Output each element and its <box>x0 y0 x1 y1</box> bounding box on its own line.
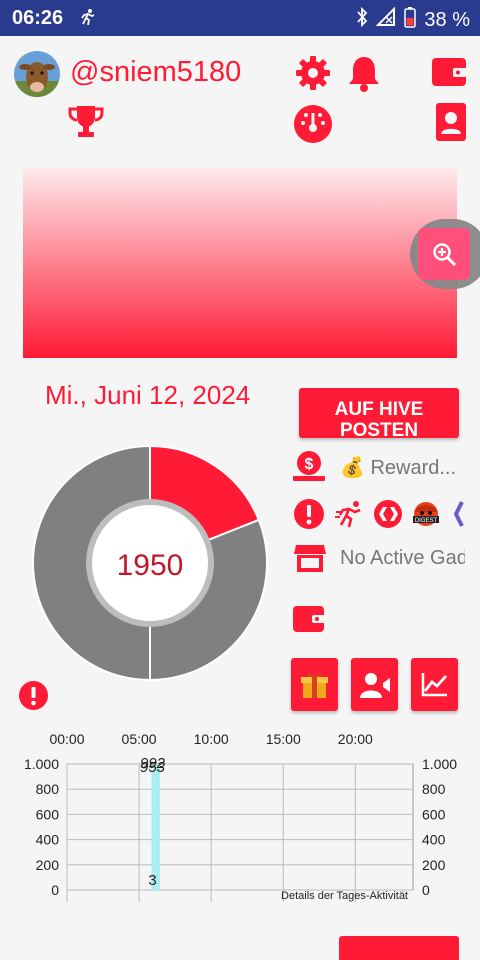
person-video-icon <box>360 670 390 705</box>
notifications-bell-icon[interactable] <box>345 53 383 98</box>
activity-icon <box>78 8 96 31</box>
chart-y-tick-left: 800 <box>36 781 60 797</box>
battery-icon <box>404 6 417 34</box>
wallet-small-icon[interactable] <box>292 604 325 639</box>
banner-image <box>23 168 457 358</box>
chart-y-tick-right: 600 <box>422 806 446 822</box>
status-time: 06:26 <box>12 7 64 29</box>
svg-text:DIGEST: DIGEST <box>415 518 438 524</box>
chart-y-tick-left: 0 <box>51 882 59 898</box>
contact-video-button[interactable] <box>351 658 398 711</box>
chart-data-label: 992 <box>140 755 166 772</box>
chart-x-tick: 10:00 <box>194 731 229 747</box>
status-bar: 06:26 38 % <box>0 0 480 36</box>
bottom-action-button[interactable] <box>339 936 459 960</box>
running-activity-icon[interactable] <box>335 500 365 533</box>
warning-alert-icon[interactable] <box>18 680 49 716</box>
gadgets-text[interactable]: No Active Gad <box>340 547 465 570</box>
zoom-button[interactable] <box>418 228 470 280</box>
post-to-hive-button[interactable]: AUF HIVE POSTEN <box>299 388 459 438</box>
battery-percent: 38 % <box>424 8 470 31</box>
settings-gear-icon[interactable] <box>294 54 332 97</box>
zoom-in-icon <box>432 242 458 273</box>
chart-y-tick-right: 800 <box>422 781 446 797</box>
hive-logo-icon[interactable] <box>372 500 404 533</box>
alert-icon[interactable] <box>293 498 325 535</box>
chart-x-tick: 05:00 <box>122 731 157 747</box>
chart-y-tick-right: 0 <box>422 882 430 898</box>
chart-y-tick-right: 200 <box>422 857 446 873</box>
wallet-icon[interactable] <box>431 55 467 94</box>
chart-description: Details der Tages-Aktivität <box>281 890 408 902</box>
donut-center-value: 1950 <box>117 549 184 582</box>
partial-token-icon[interactable] <box>453 500 466 533</box>
daily-activity-chart: 00:00 05:00 10:00 15:00 20:00 0 200 400 600 800 1… <box>24 731 457 902</box>
chart-x-tick: 15:00 <box>266 731 301 747</box>
chart-y-tick-left: 200 <box>36 857 60 873</box>
date-label: Mi., Juni 12, 2024 <box>45 380 251 410</box>
statistics-button[interactable] <box>411 658 458 711</box>
chart-y-tick-right: 1.000 <box>422 756 457 772</box>
chart-x-tick: 00:00 <box>49 731 84 747</box>
activity-donut: 1950 <box>30 443 270 683</box>
chart-y-tick-right: 400 <box>422 832 446 848</box>
chart-y-tick-left: 1.000 <box>24 756 59 772</box>
store-icon[interactable] <box>293 541 327 580</box>
username[interactable]: @sniem5180 <box>70 56 241 89</box>
donut-chart: 1950 <box>32 444 268 681</box>
chart-data-label: 3 <box>148 872 156 889</box>
bluetooth-icon <box>356 6 368 33</box>
rewards-text[interactable]: 💰 Reward... <box>340 455 456 480</box>
trophy-icon[interactable] <box>67 103 105 144</box>
line-chart-icon <box>421 671 449 702</box>
dollar-payout-icon[interactable]: $ <box>292 450 326 487</box>
signal-icon <box>375 6 396 33</box>
speedometer-icon[interactable] <box>293 104 333 149</box>
svg-text:$: $ <box>305 456 314 473</box>
chart-y-tick-left: 600 <box>36 806 60 822</box>
avatar[interactable] <box>14 51 60 97</box>
post-to-hive-label: AUF HIVE POSTEN <box>334 399 424 438</box>
chart-x-tick: 20:00 <box>338 731 373 747</box>
chart-y-tick-left: 400 <box>36 832 60 848</box>
chart-frame <box>66 763 414 891</box>
contact-card-icon[interactable] <box>436 103 466 146</box>
token-badge-icon[interactable]: DIGEST <box>411 500 441 533</box>
gift-icon <box>301 671 328 704</box>
gift-button[interactable] <box>291 658 338 711</box>
